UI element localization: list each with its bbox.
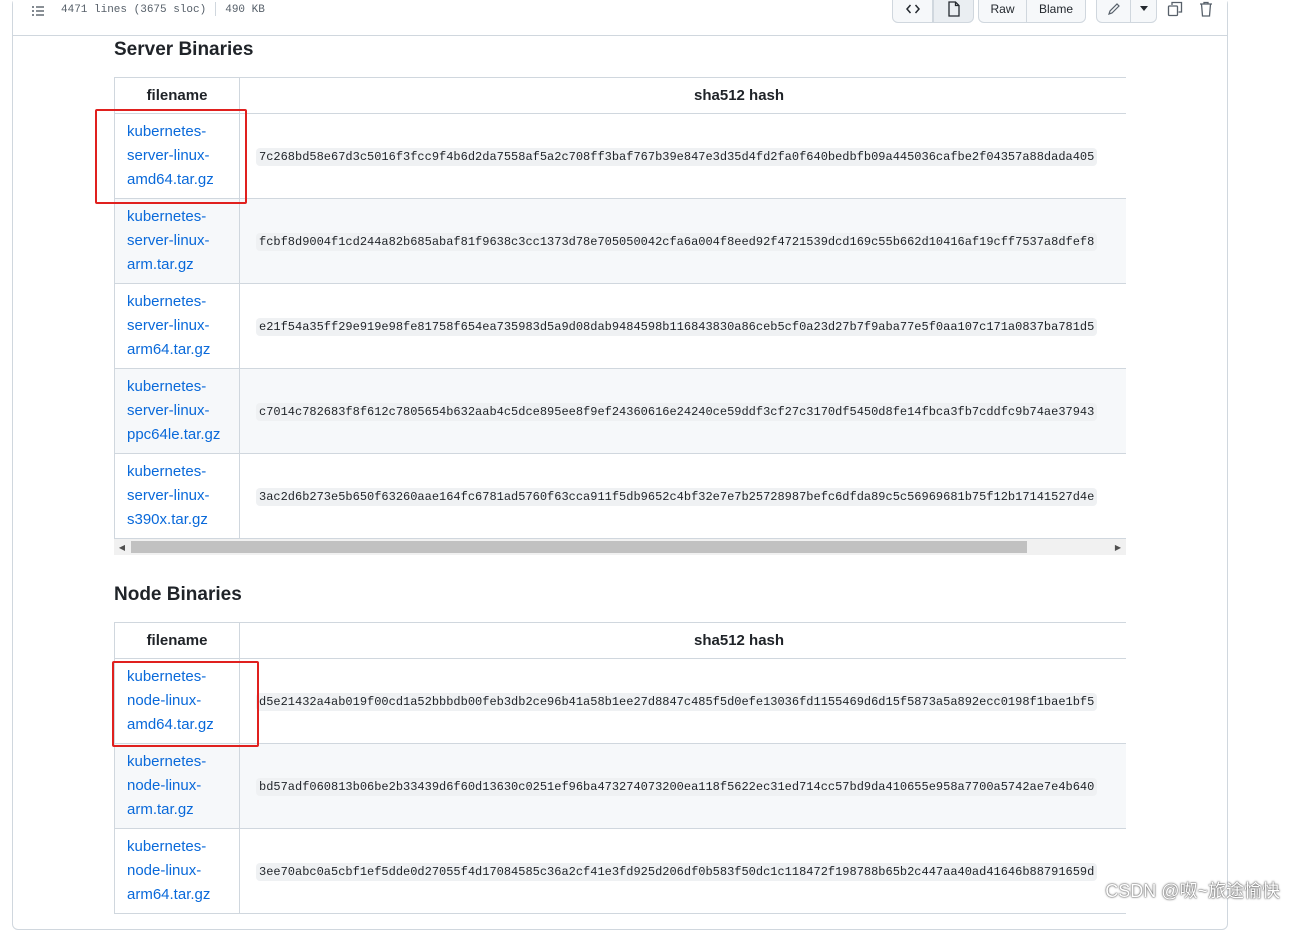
table-row: kubernetes-node-linux-amd64.tar.gz d5e21… xyxy=(114,658,1126,744)
hash-value: e21f54a35ff29e919e98fe81758f654ea735983d… xyxy=(256,318,1098,336)
file-link[interactable]: kubernetes-server-linux-arm.tar.gz xyxy=(127,205,222,277)
server-binaries-heading: Server Binaries xyxy=(114,39,254,60)
file-link[interactable]: kubernetes-node-linux-arm.tar.gz xyxy=(127,750,222,822)
hash-value: 3ac2d6b273e5b650f63260aae164fc6781ad5760… xyxy=(256,488,1098,506)
hash-value: d5e21432a4ab019f00cd1a52bbbdb00feb3db2ce… xyxy=(256,693,1098,711)
delete-button[interactable] xyxy=(1196,0,1216,19)
file-link[interactable]: kubernetes-node-linux-arm64.tar.gz xyxy=(127,835,222,907)
code-icon xyxy=(905,4,920,14)
file-link[interactable]: kubernetes-server-linux-s390x.tar.gz xyxy=(127,460,222,532)
pencil-icon xyxy=(1107,3,1120,15)
list-icon[interactable] xyxy=(30,3,46,19)
hash-value: fcbf8d9004f1cd244a82b685abaf81f9638c3cc1… xyxy=(256,233,1098,251)
hash-value: c7014c782683f8f612c7805654b632aab4c5dce8… xyxy=(256,403,1098,421)
triangle-down-icon xyxy=(1139,6,1148,11)
trash-icon xyxy=(1200,1,1212,17)
highlight-box-server-amd64 xyxy=(95,109,247,204)
highlight-box-node-amd64 xyxy=(112,661,259,747)
code-view-button[interactable] xyxy=(892,0,933,23)
table-header-row: filename sha512 hash xyxy=(114,77,1126,114)
node-binaries-heading: Node Binaries xyxy=(114,584,242,605)
stats-divider xyxy=(215,2,217,16)
table-row: kubernetes-server-linux-arm64.tar.gz e21… xyxy=(114,283,1126,369)
table-row: kubernetes-node-linux-arm64.tar.gz 3ee70… xyxy=(114,828,1126,914)
scrollbar-thumb[interactable] xyxy=(131,541,1027,553)
edit-button[interactable] xyxy=(1096,0,1131,23)
file-view-button[interactable] xyxy=(933,0,974,23)
table-row: kubernetes-node-linux-arm.tar.gz bd57adf… xyxy=(114,743,1126,829)
server-binaries-table: filename sha512 hash kubernetes-server-l… xyxy=(114,77,1126,539)
hash-value: 7c268bd58e67d3c5016f3fcc9f4b6d2da7558af5… xyxy=(256,148,1098,166)
scroll-left-arrow[interactable]: ◀ xyxy=(114,539,130,555)
file-stats: 4471 lines (3675 sloc) 490 KB xyxy=(61,2,265,16)
file-link[interactable]: kubernetes-server-linux-ppc64le.tar.gz xyxy=(127,375,222,447)
table-row: kubernetes-server-linux-amd64.tar.gz 7c2… xyxy=(114,113,1126,199)
hash-column-header: sha512 hash xyxy=(239,77,1126,114)
raw-button[interactable]: Raw xyxy=(978,0,1027,23)
table-row: kubernetes-server-linux-ppc64le.tar.gz c… xyxy=(114,368,1126,454)
copy-icon xyxy=(1167,1,1183,17)
file-size: 490 KB xyxy=(225,3,265,16)
line-count: 4471 lines (3675 sloc) xyxy=(61,3,207,16)
file-link[interactable]: kubernetes-server-linux-arm64.tar.gz xyxy=(127,290,222,362)
edit-dropdown-button[interactable] xyxy=(1130,0,1157,23)
table-row: kubernetes-server-linux-s390x.tar.gz 3ac… xyxy=(114,453,1126,539)
hash-value: bd57adf060813b06be2b33439d6f60d13630c025… xyxy=(256,778,1098,796)
file-icon xyxy=(947,1,960,17)
horizontal-scrollbar[interactable]: ◀ ▶ xyxy=(114,539,1126,555)
copy-button[interactable] xyxy=(1165,0,1185,19)
scroll-right-arrow[interactable]: ▶ xyxy=(1110,539,1126,555)
table-row: kubernetes-server-linux-arm.tar.gz fcbf8… xyxy=(114,198,1126,284)
watermark: CSDN @呶~旅途愉快 xyxy=(1105,881,1280,901)
hash-value: 3ee70abc0a5cbf1ef5dde0d27055f4d17084585c… xyxy=(256,863,1098,881)
table-header-row: filename sha512 hash xyxy=(114,622,1126,659)
filename-column-header: filename xyxy=(114,622,240,659)
file-header: 4471 lines (3675 sloc) 490 KB Raw Blame xyxy=(13,0,1227,36)
blame-button[interactable]: Blame xyxy=(1026,0,1086,23)
node-binaries-table: filename sha512 hash kubernetes-node-lin… xyxy=(114,622,1126,922)
hash-column-header: sha512 hash xyxy=(239,622,1126,659)
